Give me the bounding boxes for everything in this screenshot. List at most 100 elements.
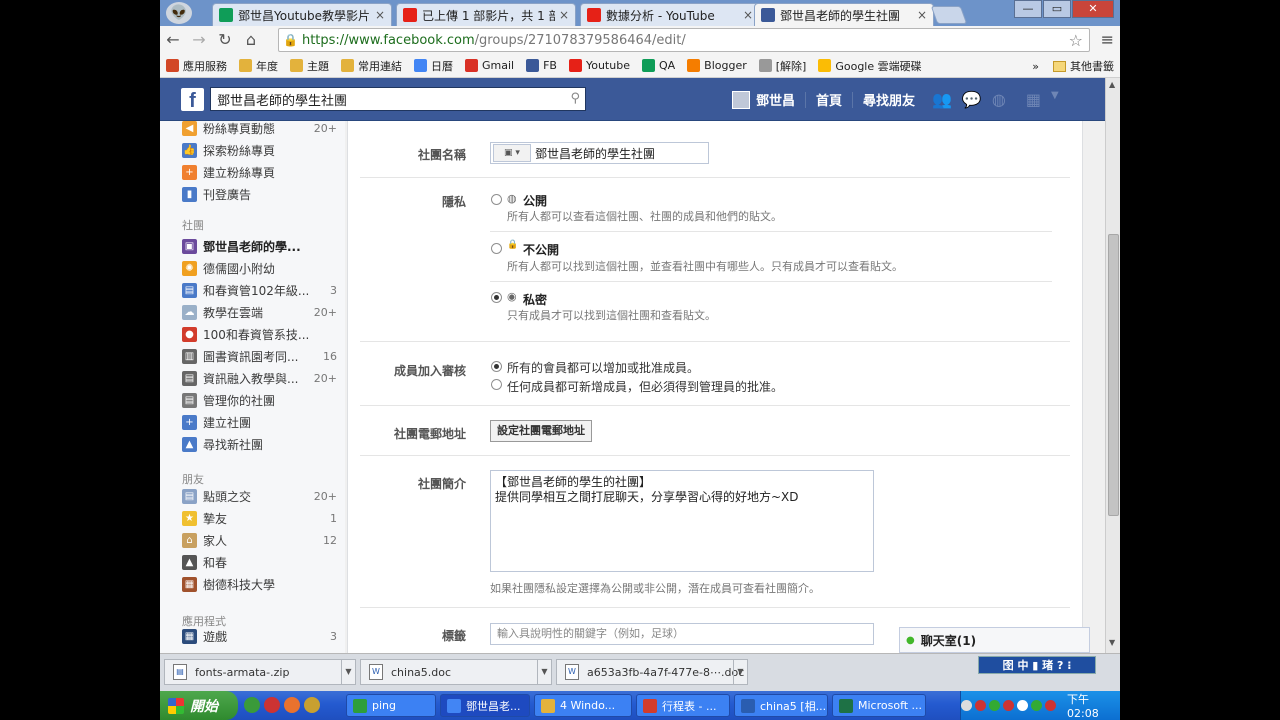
notifications-icon[interactable]: ◍ bbox=[992, 90, 1006, 109]
sidebar-item[interactable]: ☁ 教學在雲端 20+ bbox=[182, 301, 337, 323]
tray-icon[interactable] bbox=[975, 700, 986, 711]
sidebar-item[interactable]: ⌂ 家人 12 bbox=[182, 529, 337, 551]
facebook-search-input[interactable]: 鄧世昌老師的學生社團 ⚲ bbox=[210, 87, 586, 111]
quick-launch-icon[interactable] bbox=[284, 697, 300, 713]
taskbar-button[interactable]: Microsoft ... bbox=[832, 694, 926, 717]
bookmark-item[interactable]: Youtube bbox=[568, 59, 630, 72]
tray-icon[interactable] bbox=[961, 700, 972, 711]
scrollbar-thumb[interactable] bbox=[1108, 234, 1119, 516]
description-textarea[interactable]: 【鄧世昌老師的學生的社團】 提供同學相互之間打屁聊天，分享學習心得的好地方~XD bbox=[490, 470, 874, 572]
profile-avatar-icon[interactable]: 👽 bbox=[166, 2, 192, 24]
close-tab-icon[interactable]: × bbox=[917, 8, 927, 22]
close-window-button[interactable]: ✕ bbox=[1072, 0, 1114, 18]
user-name-link[interactable]: 鄧世昌 bbox=[756, 90, 795, 109]
privacy-public-radio[interactable] bbox=[491, 194, 502, 205]
bookmark-star-icon[interactable]: ☆ bbox=[1069, 31, 1083, 50]
taskbar-button[interactable]: china5 [相... bbox=[734, 694, 828, 717]
user-avatar[interactable] bbox=[732, 90, 750, 109]
set-email-button[interactable]: 設定社團電郵地址 bbox=[490, 420, 592, 442]
bookmark-item[interactable]: Blogger bbox=[687, 59, 747, 72]
scroll-up-icon[interactable]: ▲ bbox=[1109, 80, 1115, 89]
tab-facebook-group[interactable]: 鄧世昌老師的學生社團 × bbox=[754, 3, 934, 26]
back-arrow-icon[interactable]: ← bbox=[160, 28, 186, 52]
tray-icon[interactable] bbox=[1031, 700, 1042, 711]
sidebar-item[interactable]: 👍 探索粉絲專頁 bbox=[182, 139, 337, 161]
quick-launch-icon[interactable] bbox=[244, 697, 260, 713]
scroll-down-icon[interactable]: ▼ bbox=[1109, 638, 1115, 647]
search-icon[interactable]: ⚲ bbox=[570, 91, 580, 106]
tray-icon[interactable] bbox=[1017, 700, 1028, 711]
facebook-logo[interactable]: f bbox=[181, 88, 204, 112]
ime-toolbar[interactable]: 囹 中 ▮ 琽 ? ⁝ bbox=[978, 656, 1096, 674]
start-button[interactable]: 開始 bbox=[160, 691, 238, 720]
reload-icon[interactable]: ↻ bbox=[212, 28, 238, 52]
other-bookmarks[interactable]: 其他書籤 bbox=[1070, 58, 1114, 74]
sidebar-item[interactable]: ▤ 管理你的社團 bbox=[182, 389, 337, 411]
bookmark-item[interactable]: [解除] bbox=[758, 58, 806, 74]
download-item[interactable]: ▤ fonts-armata-.zip ▼ bbox=[164, 659, 356, 685]
sidebar-item[interactable]: ▲ 尋找新社團 bbox=[182, 433, 337, 455]
quick-launch-icon[interactable] bbox=[304, 697, 320, 713]
download-item[interactable]: Wa653a3fb-4a7f-477e-8⋯.doc ▼ bbox=[556, 659, 748, 685]
sidebar-item[interactable]: + 建立社團 bbox=[182, 411, 337, 433]
bookmark-item[interactable]: Google 雲端硬碟 bbox=[818, 58, 922, 74]
sidebar-item[interactable]: ★ 摯友 1 bbox=[182, 507, 337, 529]
taskbar-button[interactable]: 4 Windo... bbox=[534, 694, 632, 717]
tab-youtube-list[interactable]: 鄧世昌Youtube教學影片目 × bbox=[212, 3, 392, 26]
bookmark-item[interactable]: QA bbox=[641, 59, 675, 72]
minimize-button[interactable]: — bbox=[1014, 0, 1042, 18]
home-link[interactable]: 首頁 bbox=[816, 90, 842, 109]
bookmark-item[interactable]: FB bbox=[526, 59, 557, 72]
sidebar-item[interactable]: ▤ 點頭之交 20+ bbox=[182, 485, 337, 507]
bookmark-item[interactable]: 常用連結 bbox=[341, 58, 402, 74]
privacy-closed-radio[interactable] bbox=[491, 243, 502, 254]
bookmark-item[interactable]: 年度 bbox=[239, 58, 278, 74]
find-friends-link[interactable]: 尋找朋友 bbox=[863, 90, 915, 109]
bookmarks-more-button[interactable]: » bbox=[1032, 60, 1039, 73]
quick-launch-icon[interactable] bbox=[264, 697, 280, 713]
sidebar-item[interactable]: ▦ 樹德科技大學 bbox=[182, 573, 337, 595]
sidebar-item[interactable]: ▤ 和春資管102年級... 3 bbox=[182, 279, 337, 301]
download-item[interactable]: Wchina5.doc ▼ bbox=[360, 659, 552, 685]
maximize-button[interactable]: ▭ bbox=[1043, 0, 1071, 18]
close-tab-icon[interactable]: × bbox=[375, 8, 385, 22]
bookmark-item[interactable]: 應用服務 bbox=[166, 58, 227, 74]
close-tab-icon[interactable]: × bbox=[743, 8, 753, 22]
tab-analytics[interactable]: 數據分析 - YouTube × bbox=[580, 3, 760, 26]
sidebar-item[interactable]: ▦ 遊戲 3 bbox=[182, 625, 337, 647]
bookmark-item[interactable]: Gmail bbox=[465, 59, 514, 72]
sidebar-item[interactable]: ✺ 德儒國小附幼 bbox=[182, 257, 337, 279]
friend-requests-icon[interactable]: 👥 bbox=[932, 90, 952, 109]
privacy-secret-radio[interactable] bbox=[491, 292, 502, 303]
chrome-menu-icon[interactable]: ≡ bbox=[1101, 30, 1114, 49]
close-tab-icon[interactable]: × bbox=[559, 8, 569, 22]
tab-uploaded-videos[interactable]: 已上傳 1 部影片，共 1 部 × bbox=[396, 3, 576, 26]
sidebar-item[interactable]: ▲ 和春 bbox=[182, 551, 337, 573]
sidebar-item[interactable]: ◀ 粉絲專頁動態 20+ bbox=[182, 121, 337, 139]
chat-sidebar-tab[interactable]: ● 聊天室(1) bbox=[899, 627, 1090, 653]
tags-input[interactable]: 輸入具說明性的關鍵字（例如，足球） bbox=[490, 623, 874, 645]
sidebar-item[interactable]: ▤ 資訊融入教學與... 20+ bbox=[182, 367, 337, 389]
new-tab-button[interactable] bbox=[930, 6, 968, 24]
tray-icon[interactable] bbox=[1045, 700, 1056, 711]
sidebar-item[interactable]: + 建立粉絲專頁 bbox=[182, 161, 337, 183]
settings-icon[interactable]: ▦ bbox=[1026, 90, 1041, 109]
group-name-input[interactable]: ▣ ▾ 鄧世昌老師的學生社團 bbox=[490, 142, 709, 164]
approval-admin-radio[interactable] bbox=[491, 379, 502, 390]
bookmark-item[interactable]: 日曆 bbox=[414, 58, 453, 74]
messages-icon[interactable]: 💬 bbox=[962, 90, 982, 109]
download-menu-chevron-icon[interactable]: ▼ bbox=[537, 660, 551, 684]
tray-icon[interactable] bbox=[989, 700, 1000, 711]
taskbar-button[interactable]: 鄧世昌老... bbox=[440, 694, 530, 717]
sidebar-item[interactable]: ● 100和春資管系技... bbox=[182, 323, 337, 345]
download-menu-chevron-icon[interactable]: ▼ bbox=[341, 660, 355, 684]
forward-arrow-icon[interactable]: → bbox=[186, 28, 212, 52]
bookmark-item[interactable]: 主題 bbox=[290, 58, 329, 74]
download-menu-chevron-icon[interactable]: ▼ bbox=[733, 660, 747, 684]
taskbar-button[interactable]: ping bbox=[346, 694, 436, 717]
page-scrollbar[interactable]: ▲ ▼ bbox=[1105, 78, 1120, 653]
sidebar-item[interactable]: ▣ 鄧世昌老師的學... bbox=[182, 235, 337, 257]
address-bar[interactable]: 🔒 https://www.facebook.com/groups/271078… bbox=[278, 28, 1090, 52]
taskbar-button[interactable]: 行程表 - ... bbox=[636, 694, 730, 717]
sidebar-item[interactable]: ▮ 刊登廣告 bbox=[182, 183, 337, 205]
